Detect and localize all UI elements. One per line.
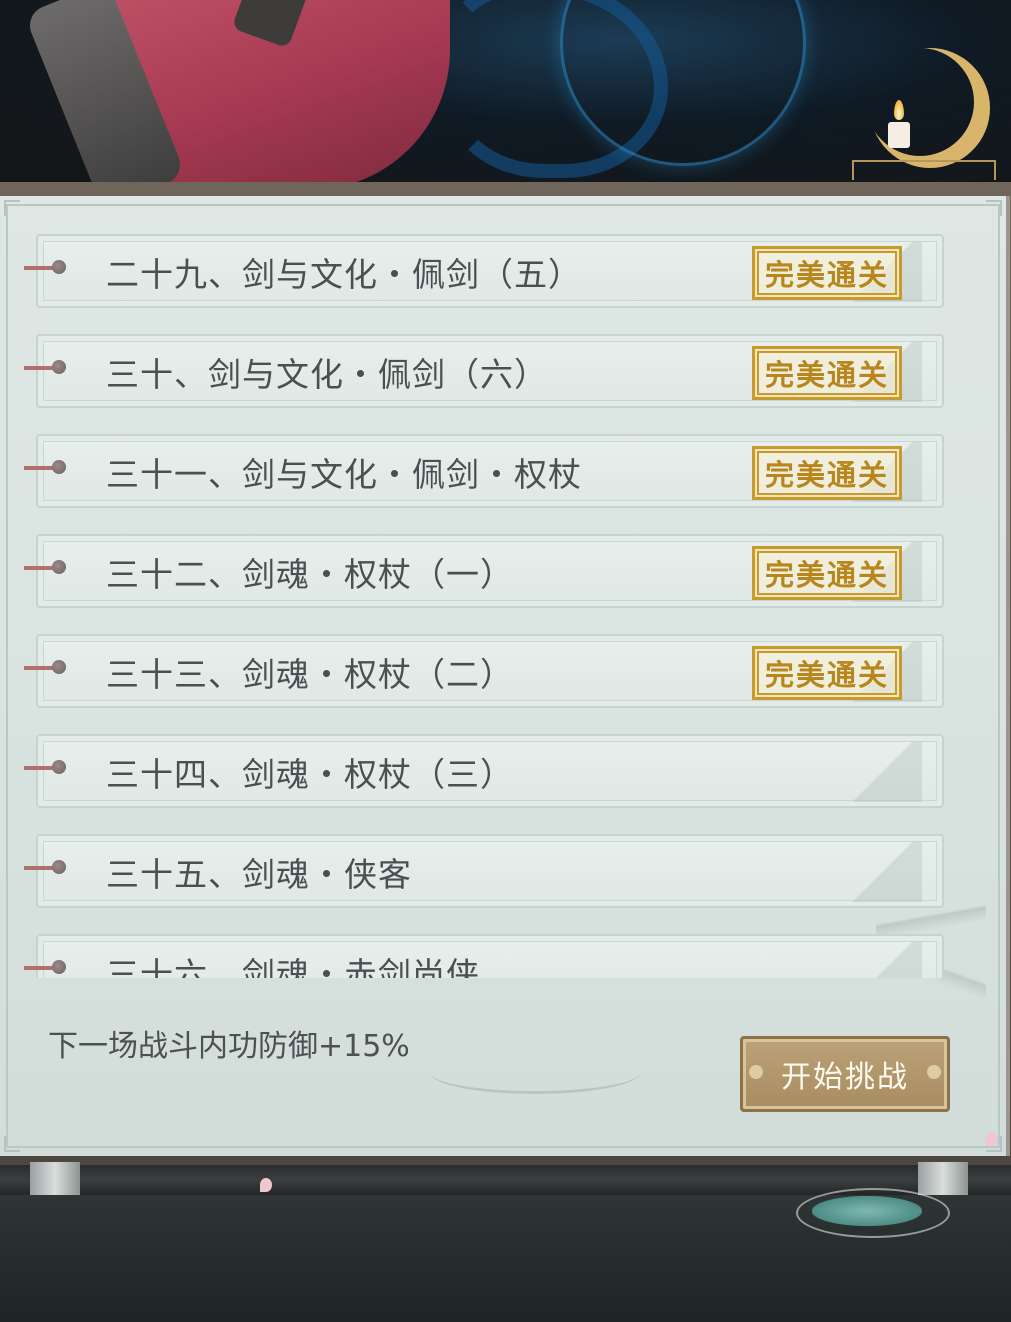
button-ornament-icon [927, 1065, 941, 1079]
perfect-clear-badge: 完美通关 [752, 346, 902, 400]
level-list[interactable]: 二十九、剑与文化・佩剑（五） 完美通关 三十、剑与文化・佩剑（六） 完美通关 三… [0, 230, 1006, 978]
rail-post [918, 1162, 968, 1196]
level-item[interactable]: 三十一、剑与文化・佩剑・权杖 完美通关 [24, 434, 944, 508]
level-title: 三十三、剑魂・权杖（二） [106, 655, 514, 694]
button-ornament-icon [749, 1065, 763, 1079]
bullet-dot-icon [52, 760, 66, 774]
bullet-dot-icon [52, 660, 66, 674]
perfect-clear-badge: 完美通关 [752, 246, 902, 300]
level-title: 三十一、剑与文化・佩剑・权杖 [106, 455, 582, 494]
panel-corner [4, 1136, 20, 1152]
perfect-clear-badge: 完美通关 [752, 546, 902, 600]
candle-stand [852, 160, 996, 180]
bullet-dot-icon [52, 460, 66, 474]
start-challenge-button[interactable]: 开始挑战 [740, 1036, 950, 1112]
level-title: 三十六、剑魂・赤剑尚侠 [106, 955, 480, 978]
level-item[interactable]: 二十九、剑与文化・佩剑（五） 完美通关 [24, 234, 944, 308]
level-item[interactable]: 三十三、剑魂・权杖（二） 完美通关 [24, 634, 944, 708]
level-panel: 二十九、剑与文化・佩剑（五） 完美通关 三十、剑与文化・佩剑（六） 完美通关 三… [0, 196, 1010, 1156]
ink-boat-decoration [430, 1051, 640, 1094]
level-title: 二十九、剑与文化・佩剑（五） [106, 255, 582, 294]
level-title: 三十二、剑魂・权杖（一） [106, 555, 514, 594]
mountain-decoration [842, 742, 922, 802]
perfect-clear-badge: 完美通关 [752, 646, 902, 700]
mountain-decoration [842, 942, 922, 978]
bullet-dot-icon [52, 960, 66, 974]
petal-icon [986, 1132, 998, 1146]
mountain-decoration [842, 842, 922, 902]
header-artwork [0, 0, 1011, 190]
level-item[interactable]: 三十六、剑魂・赤剑尚侠 [24, 934, 944, 978]
bullet-dot-icon [52, 860, 66, 874]
bullet-dot-icon [52, 360, 66, 374]
level-item[interactable]: 三十、剑与文化・佩剑（六） 完美通关 [24, 334, 944, 408]
panel-corner [986, 200, 1002, 216]
rail-post [30, 1162, 80, 1196]
bullet-dot-icon [52, 560, 66, 574]
perfect-clear-badge: 完美通关 [752, 446, 902, 500]
candle-icon [888, 122, 910, 148]
start-challenge-label: 开始挑战 [781, 1060, 909, 1095]
petal-icon [260, 1178, 272, 1192]
level-item[interactable]: 三十四、剑魂・权杖（三） [24, 734, 944, 808]
bullet-dot-icon [52, 260, 66, 274]
level-title: 三十五、剑魂・侠客 [106, 855, 412, 894]
level-item[interactable]: 三十五、剑魂・侠客 [24, 834, 944, 908]
crescent-moon-icon [870, 48, 990, 168]
level-item[interactable]: 三十二、剑魂・权杖（一） 完美通关 [24, 534, 944, 608]
level-title: 三十四、剑魂・权杖（三） [106, 755, 514, 794]
buff-description: 下一场战斗内功防御+15% [48, 1029, 410, 1064]
lily-pad-icon [812, 1196, 922, 1226]
level-title: 三十、剑与文化・佩剑（六） [106, 355, 548, 394]
panel-corner [4, 200, 20, 216]
